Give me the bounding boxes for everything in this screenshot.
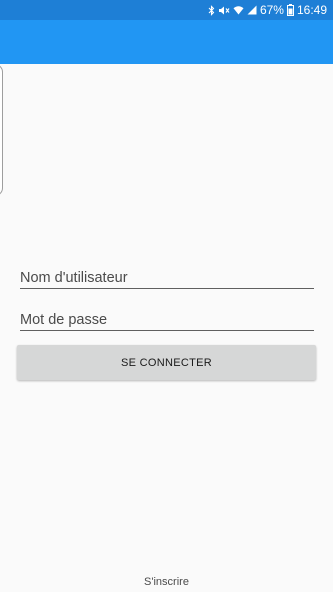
side-panel-edge[interactable]: [0, 64, 3, 196]
app-bar: [0, 20, 333, 64]
login-button[interactable]: SE CONNECTER: [17, 345, 316, 380]
register-link[interactable]: S'inscrire: [0, 576, 333, 588]
battery-percent: 67%: [259, 3, 284, 17]
username-field[interactable]: [20, 267, 314, 289]
bluetooth-icon: [208, 0, 215, 20]
battery-icon: [286, 0, 294, 20]
signal-icon: [247, 0, 257, 20]
password-field[interactable]: [20, 309, 314, 331]
status-bar: 67% 16:49: [0, 0, 333, 20]
wifi-icon: [233, 0, 244, 20]
mute-icon: [218, 0, 230, 20]
status-time: 16:49: [296, 3, 327, 17]
